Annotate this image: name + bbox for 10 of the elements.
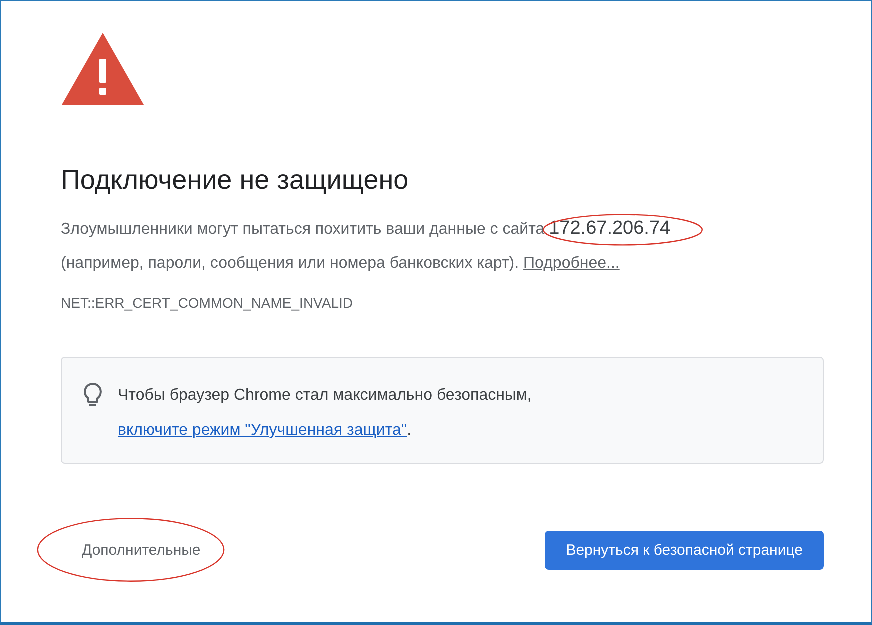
tip-text: Чтобы браузер Chrome стал максимально безопасным, включите режим "Улучшенная защита". <box>118 386 533 441</box>
page-title: Подключение не защищено <box>61 164 409 197</box>
back-to-safety-button[interactable]: Вернуться к безопасной странице <box>545 531 824 570</box>
enhanced-protection-link[interactable]: включите режим "Улучшенная защита" <box>118 422 408 439</box>
lightbulb-icon <box>82 382 104 408</box>
learn-more-link[interactable]: Подробнее... <box>524 255 620 272</box>
warning-icon <box>61 32 145 106</box>
error-code: NET::ERR_CERT_COMMON_NAME_INVALID <box>61 295 353 311</box>
warning-message: Злоумышленники могут пытаться похитить ваши данные с сайта 172.67.206.74 (например, пароли, сообщения или номера банковских карт). Подробнее... <box>61 212 824 281</box>
site-address: 172.67.206.74 <box>549 217 671 241</box>
